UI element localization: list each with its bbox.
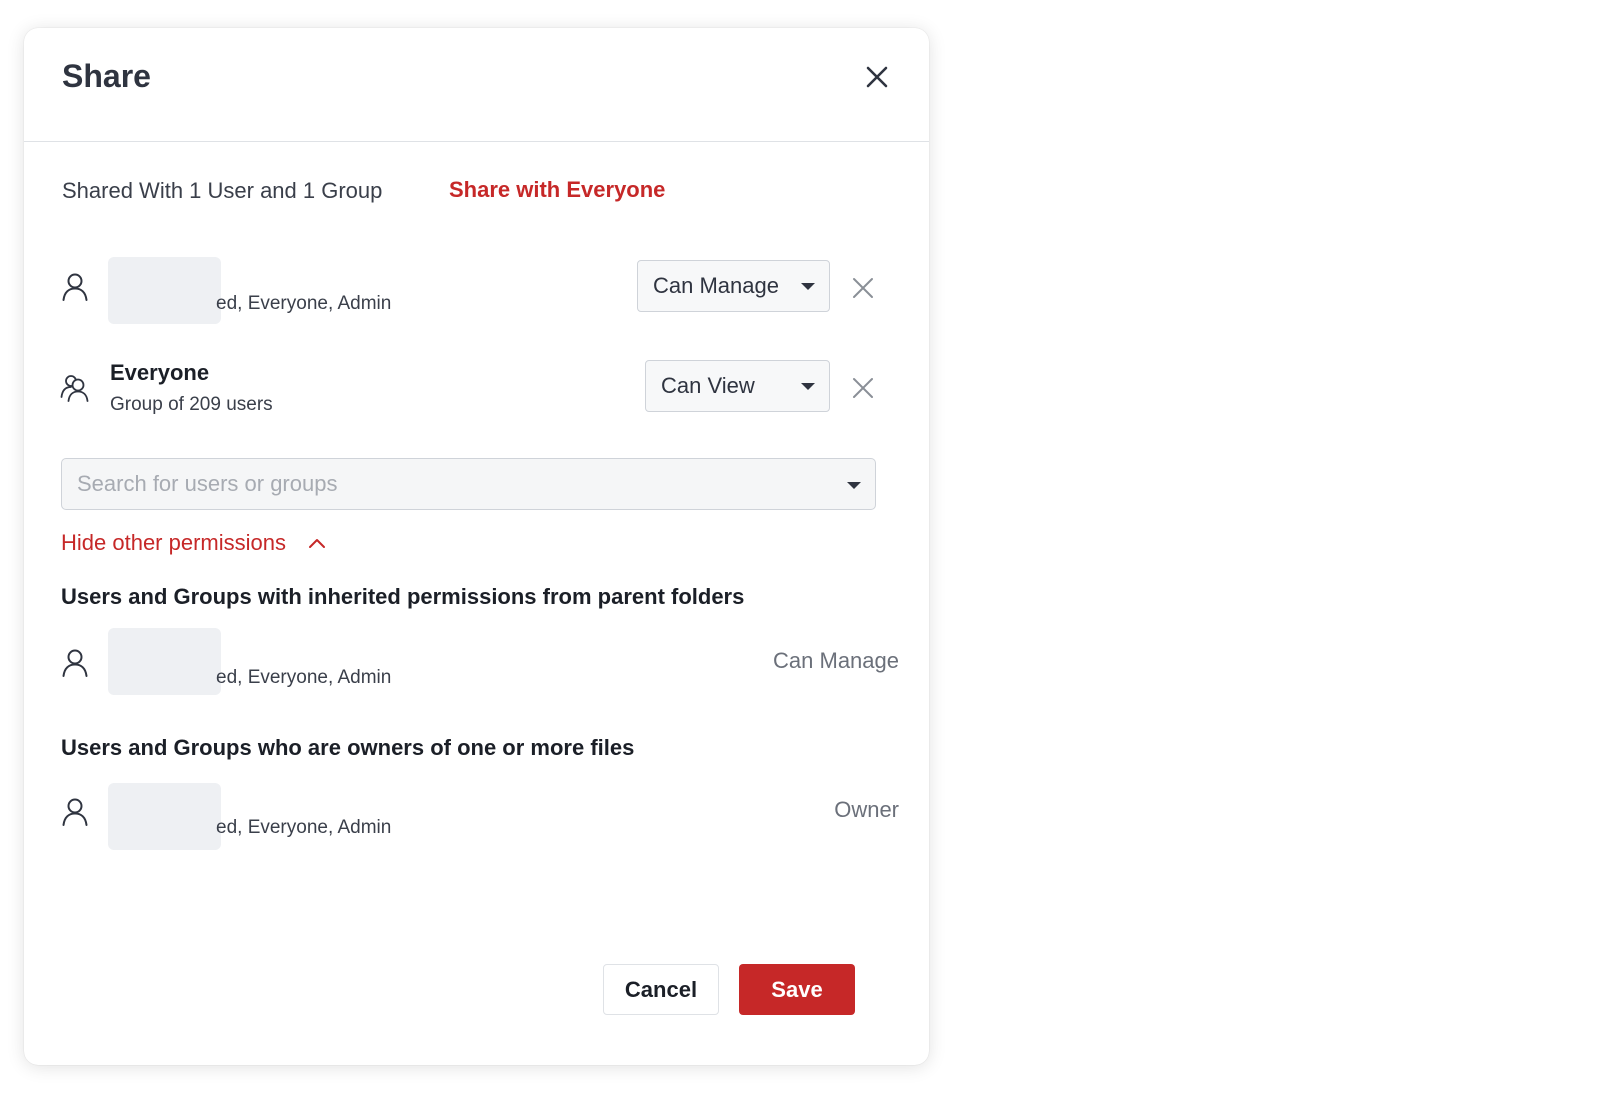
permission-select[interactable]: Can View (645, 360, 830, 412)
inherited-permission-label: Can Manage (773, 648, 899, 673)
user-icon (62, 273, 88, 301)
user-avatar-placeholder (108, 783, 221, 850)
shared-user-row: ed, Everyone, Admin Can Manage (24, 256, 929, 326)
search-input[interactable] (62, 459, 875, 509)
user-avatar-placeholder (108, 257, 221, 324)
shared-group-row: Everyone Group of 209 users Can View (24, 356, 929, 426)
user-subtext: ed, Everyone, Admin (216, 667, 392, 688)
hide-other-permissions-toggle[interactable]: Hide other permissions (61, 530, 326, 556)
group-member-count: Group of 209 users (110, 394, 273, 415)
owner-permission-label: Owner (834, 797, 899, 822)
shared-summary: Shared With 1 User and 1 Group (62, 178, 383, 203)
remove-icon[interactable] (850, 275, 876, 301)
user-subtext: ed, Everyone, Admin (216, 293, 392, 314)
user-subtext: ed, Everyone, Admin (216, 817, 392, 838)
caret-down-icon (801, 383, 815, 390)
group-name: Everyone (110, 360, 210, 385)
dialog-header: Share (24, 28, 929, 142)
share-with-everyone-link[interactable]: Share with Everyone (449, 177, 665, 203)
owner-user-row: ed, Everyone, Admin Owner (24, 781, 929, 851)
group-icon (60, 375, 89, 402)
hide-other-permissions-label: Hide other permissions (61, 530, 286, 555)
dialog-title: Share (62, 58, 151, 94)
caret-down-icon (801, 283, 815, 290)
owners-section-heading: Users and Groups who are owners of one o… (61, 735, 635, 760)
search-users-groups[interactable] (61, 458, 876, 510)
chevron-up-icon (308, 539, 325, 548)
permission-select-value: Can Manage (653, 273, 779, 298)
remove-icon[interactable] (850, 375, 876, 401)
save-button[interactable]: Save (739, 964, 855, 1015)
user-avatar-placeholder (108, 628, 221, 695)
cancel-button[interactable]: Cancel (603, 964, 719, 1015)
permission-select[interactable]: Can Manage (637, 260, 830, 312)
user-icon (62, 798, 88, 826)
caret-down-icon[interactable] (847, 482, 861, 489)
share-dialog: Share Shared With 1 User and 1 Group Sha… (24, 28, 929, 1065)
close-icon (866, 66, 888, 88)
close-button[interactable] (862, 62, 892, 92)
inherited-user-row: ed, Everyone, Admin Can Manage (24, 626, 929, 696)
inherited-section-heading: Users and Groups with inherited permissi… (61, 584, 745, 609)
permission-select-value: Can View (661, 373, 755, 398)
user-icon (62, 649, 88, 677)
